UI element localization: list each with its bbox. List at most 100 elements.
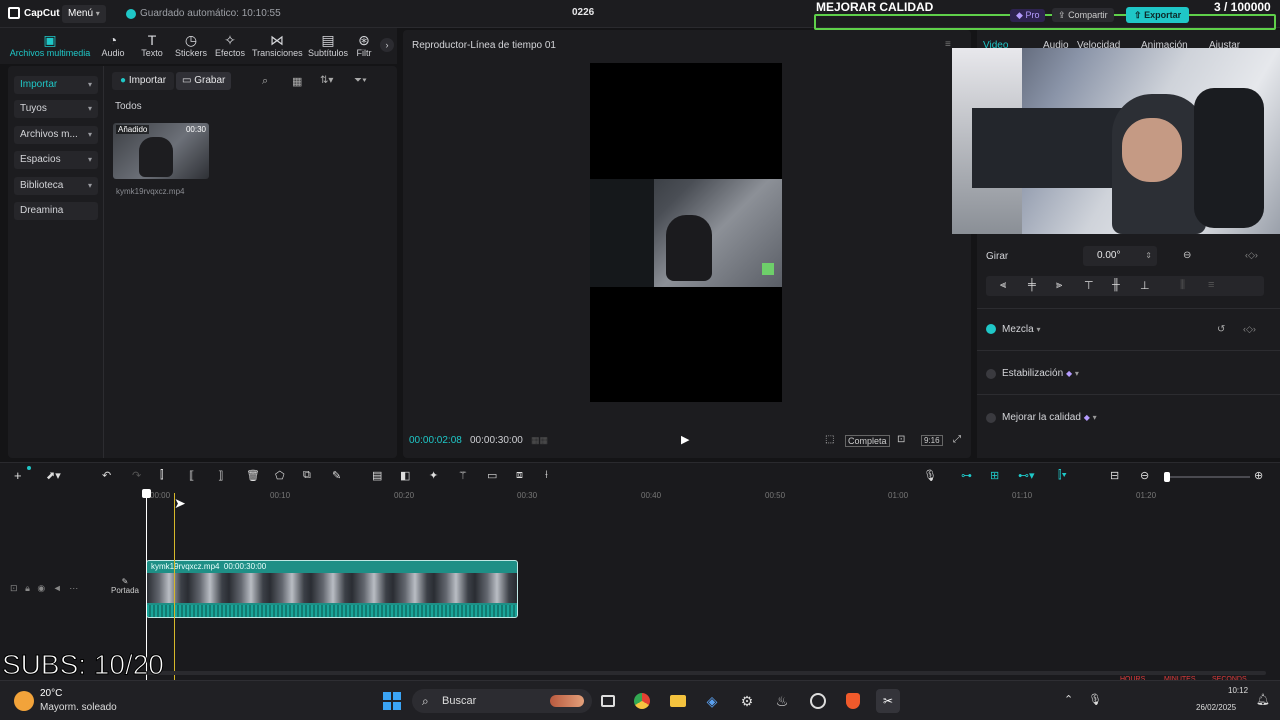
fullscreen-icon[interactable]: ⤢ [953, 434, 961, 445]
magic-icon[interactable]: ✦ [429, 469, 438, 482]
freeze-icon[interactable]: ▭ [487, 469, 497, 482]
align-right-icon[interactable]: ⫸ [1056, 279, 1062, 292]
sidebar-item-import[interactable]: Importar ▾ [14, 76, 98, 94]
video-canvas[interactable] [590, 63, 782, 402]
select-tool-icon[interactable]: ⬈▾ [46, 469, 61, 482]
timeline-scrollbar[interactable] [146, 671, 1266, 675]
track-icon[interactable]: ⊡ [10, 583, 18, 593]
align-top-icon[interactable]: ⊤ [1084, 279, 1094, 292]
taskbar-time[interactable]: 10:12 [1228, 686, 1248, 695]
align-left-icon[interactable]: ⫷ [1000, 279, 1006, 292]
snap-icon[interactable]: ⊷▾ [1018, 469, 1035, 482]
import-button[interactable]: ● Importar [112, 72, 175, 90]
play-icon[interactable]: ▶ [681, 433, 689, 446]
sidebar-item-yours[interactable]: Tuyos ▾ [14, 100, 98, 118]
rotate-knob-icon[interactable]: ⊖ [1183, 250, 1191, 261]
search-icon[interactable]: ⌕ [262, 75, 268, 88]
keyframe-icon[interactable]: ‹◇› [1243, 324, 1256, 335]
aspect-ratio-button[interactable]: 9:16 [921, 435, 943, 446]
reset-icon[interactable]: ↺ [1217, 324, 1225, 335]
zoom-slider[interactable] [1164, 472, 1250, 482]
mirror-icon[interactable]: ◧ [400, 469, 410, 482]
export-button[interactable]: ⇧ Exportar [1126, 7, 1190, 23]
crop-icon[interactable]: ⬚ [825, 434, 834, 445]
focus-icon[interactable]: ⊡ [897, 434, 905, 445]
grid-view-icon[interactable]: ▦ [292, 75, 302, 88]
cover-button[interactable]: ✎ Portada [106, 577, 144, 605]
pro-badge[interactable]: ◆ Pro [1010, 9, 1046, 22]
task-view-icon[interactable] [596, 689, 620, 713]
menu-button[interactable]: Menú ▾ [62, 5, 106, 23]
zoom-out-icon[interactable]: ⊖ [1140, 469, 1149, 482]
weather-temp[interactable]: 20°C [40, 688, 62, 699]
align-center-v-icon[interactable]: ╫ [1112, 279, 1120, 291]
share-button[interactable]: ⇪ Compartir [1052, 8, 1114, 22]
speaker-icon[interactable]: ◄ [53, 583, 62, 593]
tool-media[interactable]: ▣ Archivos multimedia [8, 32, 92, 58]
export-frame-icon[interactable]: ⧈ [516, 469, 523, 482]
subtitle-tool-icon[interactable]: ▤ [372, 469, 382, 482]
sidebar-item-dreamina[interactable]: Dreamina [14, 202, 98, 220]
sidebar-item-library[interactable]: Biblioteca ▾ [14, 177, 98, 195]
crop-clip-icon[interactable]: ⧉ [303, 469, 311, 482]
eye-icon[interactable]: ◉ [37, 583, 45, 593]
lock-icon[interactable]: 🔒︎ [25, 583, 30, 593]
align-bottom-icon[interactable]: ⊥ [1140, 279, 1150, 292]
tray-mic-icon[interactable]: 🎙 [1088, 693, 1102, 706]
split-icon[interactable]: ⫿ [160, 469, 164, 482]
sidebar-item-spaces[interactable]: Espacios ▾ [14, 151, 98, 169]
brave-icon[interactable] [841, 689, 865, 713]
sidebar-item-files[interactable]: Archivos m... ▾ [14, 126, 98, 144]
fit-icon[interactable]: ⊟ [1110, 469, 1119, 482]
ai-tool-icon[interactable]: ✎ [332, 469, 341, 482]
full-quality-button[interactable]: Completa [845, 435, 890, 447]
stepper-icon[interactable]: ⇕ [1145, 246, 1152, 266]
steam-icon[interactable]: ♨ [770, 689, 794, 713]
stabilize-checkbox[interactable] [986, 369, 996, 379]
media-clip-thumbnail[interactable]: Añadido 00:30 [113, 123, 209, 179]
zoom-in-icon[interactable]: ⊕ [1254, 469, 1263, 482]
keyframe-icon[interactable]: ‹◇› [1245, 250, 1258, 261]
chrome-icon[interactable] [630, 689, 654, 713]
magnet-icon[interactable]: ⊞ [990, 469, 999, 482]
align-center-h-icon[interactable]: ╪ [1028, 279, 1036, 291]
sort-icon[interactable]: ⇅▾ [320, 75, 333, 86]
taskbar-date[interactable]: 26/02/2025 [1196, 703, 1236, 712]
notification-bell-icon[interactable]: 🔔︎ [1256, 693, 1270, 706]
marker-icon[interactable]: ⬠ [275, 469, 285, 482]
undo-icon[interactable]: ↶ [102, 469, 111, 482]
enhance-checkbox[interactable] [986, 413, 996, 423]
wand-icon[interactable]: ⚚ [458, 469, 468, 482]
microphone-icon[interactable]: 🎙 [923, 469, 937, 482]
tool-effects[interactable]: ✧ Efectos [205, 32, 255, 58]
tool-transitions[interactable]: ⋈ Transiciones [252, 32, 303, 58]
playhead-handle[interactable] [142, 489, 151, 498]
weather-desc[interactable]: Mayorm. soleado [40, 702, 117, 713]
taskbar-search[interactable]: ⌕ Buscar [412, 689, 592, 713]
delete-icon[interactable]: 🗑 [246, 469, 260, 482]
zoom-slider-handle[interactable] [1164, 472, 1170, 482]
record-button[interactable]: ▭ Grabar [176, 72, 232, 90]
weather-sun-icon[interactable] [14, 691, 34, 711]
link-icon[interactable]: ⊶ [961, 469, 972, 482]
filter-icon[interactable]: ⏷▾ [354, 75, 367, 86]
more-icon[interactable]: ⋯ [69, 583, 78, 593]
split-left-icon[interactable]: ⟦ [189, 469, 194, 482]
audio-split-icon[interactable]: ⟊ [545, 469, 548, 482]
capcut-taskbar-icon[interactable]: ✂ [876, 689, 900, 713]
project-name[interactable]: 0226 [572, 7, 594, 18]
add-track-icon[interactable]: + [14, 468, 22, 483]
settings-icon[interactable]: ⚙ [735, 689, 759, 713]
player-menu-icon[interactable]: ≡ [945, 39, 951, 50]
timeline-ruler[interactable]: 00:00 00:10 00:20 00:30 00:40 00:50 01:0… [146, 489, 1280, 503]
app-diamond-icon[interactable]: ◈ [700, 689, 724, 713]
tools-scroll-right-icon[interactable]: › [380, 38, 394, 52]
obs-icon[interactable] [806, 689, 830, 713]
file-explorer-icon[interactable] [666, 689, 690, 713]
timeline-clip[interactable]: kymk19rvqxcz.mp4 00:00:30:00 [146, 560, 518, 618]
tool-subtitles[interactable]: ▤ Subtítulos [303, 32, 353, 58]
preview-axis-icon[interactable]: ⫿▾ [1058, 469, 1067, 482]
windows-start-icon[interactable] [380, 689, 404, 713]
rotate-input[interactable]: 0.00° ⇕ [1083, 246, 1157, 266]
tool-filters[interactable]: ⊛ Filtr [352, 32, 376, 58]
